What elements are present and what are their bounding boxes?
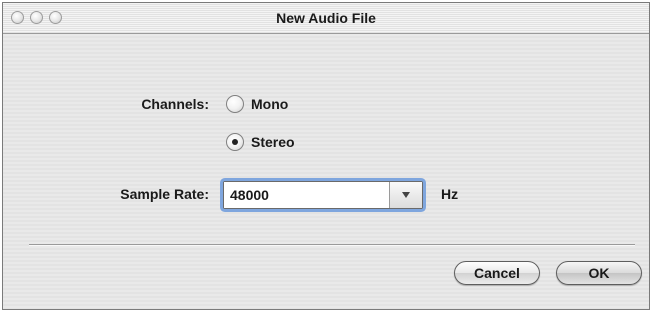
chevron-down-icon [402, 192, 410, 198]
sample-rate-combobox[interactable] [223, 181, 423, 209]
stereo-radio[interactable] [226, 133, 244, 151]
cancel-button[interactable]: Cancel [454, 261, 540, 285]
divider [29, 244, 635, 246]
channels-label: Channels: [141, 96, 209, 112]
radio-selected-dot [232, 139, 238, 145]
window-title: New Audio File [276, 10, 376, 26]
sample-rate-label: Sample Rate: [120, 186, 209, 202]
ok-button[interactable]: OK [556, 261, 642, 285]
mono-label[interactable]: Mono [251, 96, 288, 112]
stereo-label[interactable]: Stereo [251, 134, 295, 150]
dialog-content: Channels: Mono Stereo Sample Rate: Hz Ca… [3, 34, 649, 309]
sample-rate-dropdown-button[interactable] [389, 182, 422, 208]
mono-radio[interactable] [226, 95, 244, 113]
sample-rate-input[interactable] [224, 182, 390, 208]
title-bar[interactable]: New Audio File [3, 3, 649, 34]
new-audio-file-dialog: New Audio File Channels: Mono Stereo Sam… [2, 2, 650, 310]
sample-rate-unit: Hz [441, 186, 459, 202]
